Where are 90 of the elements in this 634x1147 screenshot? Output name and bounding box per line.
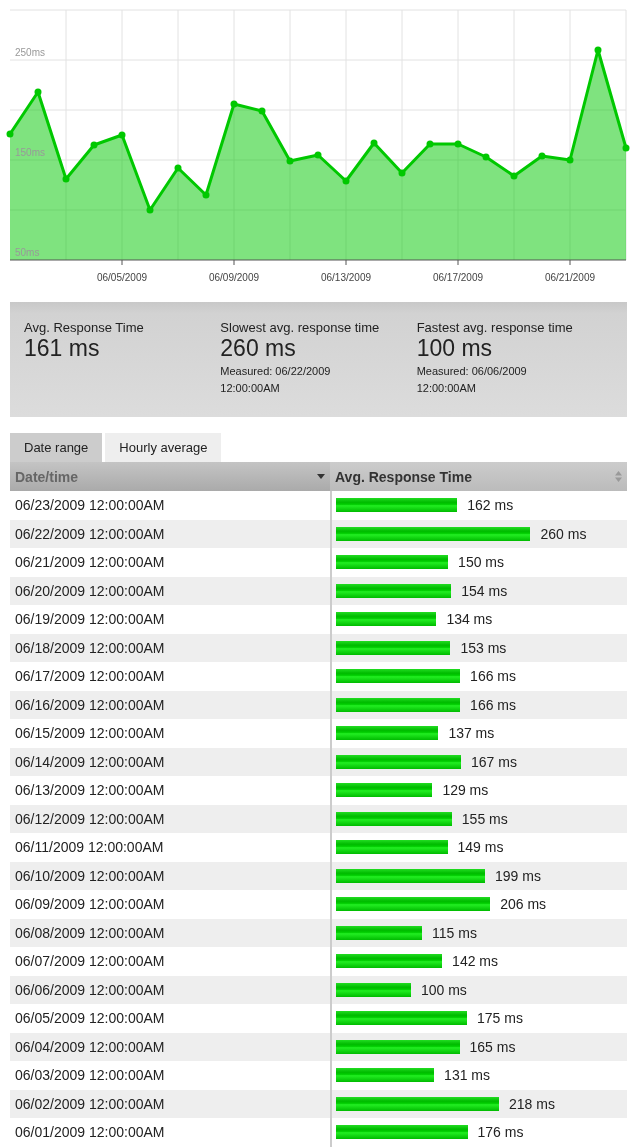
data-point <box>258 107 266 115</box>
data-point <box>174 164 182 172</box>
data-point <box>202 191 210 199</box>
table-cell-text: 06/14/2009 12:00:00AM <box>14 752 166 772</box>
table-cell-text: 06/18/2009 12:00:00AM <box>14 638 166 658</box>
response-time-value: 260 ms <box>540 525 587 542</box>
table-cell-text: 06/05/2009 12:00:00AM <box>14 1009 166 1029</box>
stat-value: 100 ms <box>416 335 493 361</box>
data-point <box>510 172 518 180</box>
data-point <box>566 156 574 164</box>
data-point <box>90 141 98 149</box>
data-point <box>6 130 14 138</box>
x-tick-label: 06/17/2009 <box>432 272 484 283</box>
table-cell-text: 06/01/2009 12:00:00AM <box>14 1123 166 1143</box>
table-cell-text: 06/03/2009 12:00:00AM <box>14 1066 166 1086</box>
response-time-value: 206 ms <box>500 896 547 913</box>
measured-date: Measured: 06/22/2009 <box>220 364 331 379</box>
data-point <box>314 151 322 159</box>
stat-label: Avg. Response Time <box>24 320 144 335</box>
table-cell-text: 06/11/2009 12:00:00AM <box>14 838 165 858</box>
table-cell-text: 06/08/2009 12:00:00AM <box>14 923 166 943</box>
response-time-value: 100 ms <box>420 981 467 998</box>
response-time-value: 176 ms <box>477 1124 524 1141</box>
data-point <box>370 139 378 147</box>
response-time-value: 153 ms <box>460 639 507 656</box>
table-cell-text: 06/22/2009 12:00:00AM <box>14 524 166 544</box>
data-point <box>342 177 350 185</box>
response-time-value: 134 ms <box>446 611 493 628</box>
measured-time: 12:00:00AM <box>416 381 476 396</box>
stat-label: Slowest avg. response time <box>220 320 380 335</box>
response-time-value: 166 ms <box>470 668 517 685</box>
table-cell-text: 06/23/2009 12:00:00AM <box>14 496 166 516</box>
data-point <box>146 206 154 214</box>
y-tick-label: 50ms <box>15 247 40 258</box>
y-tick-label: 150ms <box>15 147 45 158</box>
y-tick-label: 250ms <box>15 47 45 58</box>
table-cell-text: 06/06/2009 12:00:00AM <box>14 980 166 1000</box>
response-time-value: 149 ms <box>457 839 504 856</box>
stat-value: 260 ms <box>220 335 296 361</box>
response-time-value: 199 ms <box>495 867 541 884</box>
x-tick-label: 06/13/2009 <box>320 272 372 283</box>
response-time-value: 131 ms <box>444 1067 490 1084</box>
tab[interactable]: Hourly average <box>105 433 222 462</box>
data-point <box>594 46 602 54</box>
data-point <box>118 131 126 139</box>
response-time-value: 129 ms <box>442 782 489 799</box>
column-header[interactable]: Avg. Response Time <box>330 462 627 491</box>
data-point <box>622 144 630 152</box>
response-time-value: 162 ms <box>467 497 514 514</box>
stat-label: Fastest avg. response time <box>416 320 573 335</box>
table-cell-text: 06/04/2009 12:00:00AM <box>14 1037 166 1057</box>
response-time-value: 167 ms <box>470 753 517 770</box>
data-point <box>426 140 434 148</box>
table-cell-text: 06/13/2009 12:00:00AM <box>14 781 166 801</box>
table-cell-text: 06/17/2009 12:00:00AM <box>14 667 166 687</box>
tab[interactable]: Date range <box>10 433 103 462</box>
table-cell-text: 06/02/2009 12:00:00AM <box>14 1094 166 1114</box>
data-point <box>398 169 406 177</box>
data-point <box>286 157 294 165</box>
table-cell-text: 06/19/2009 12:00:00AM <box>14 610 166 630</box>
response-time-value: 165 ms <box>469 1038 516 1055</box>
response-time-value: 115 ms <box>432 924 477 941</box>
table-cell-text: 06/15/2009 12:00:00AM <box>14 724 166 744</box>
response-time-value: 155 ms <box>461 810 508 827</box>
response-time-value: 166 ms <box>470 696 517 713</box>
table-cell-text: 06/21/2009 12:00:00AM <box>14 553 166 573</box>
table-cell-text: 06/07/2009 12:00:00AM <box>14 952 166 972</box>
measured-date: Measured: 06/06/2009 <box>416 364 527 379</box>
data-point <box>454 140 462 148</box>
response-time-value: 218 ms <box>509 1095 555 1112</box>
response-time-value: 137 ms <box>448 725 495 742</box>
data-point <box>538 152 546 160</box>
x-tick-label: 06/21/2009 <box>544 272 596 283</box>
response-time-value: 154 ms <box>461 582 508 599</box>
table-cell-text: 06/20/2009 12:00:00AM <box>14 581 166 601</box>
table-cell-text: 06/09/2009 12:00:00AM <box>14 895 166 915</box>
x-tick-label: 06/05/2009 <box>96 272 148 283</box>
stat-value: 161 ms <box>24 335 100 361</box>
table-cell-text: 06/12/2009 12:00:00AM <box>14 809 166 829</box>
data-point <box>230 100 238 108</box>
data-point <box>62 175 70 183</box>
table-cell-text: 06/16/2009 12:00:00AM <box>14 695 166 715</box>
data-point <box>34 88 42 96</box>
response-time-value: 142 ms <box>452 953 498 970</box>
response-time-value: 150 ms <box>458 554 505 571</box>
table-cell-text: 06/10/2009 12:00:00AM <box>14 866 166 886</box>
response-time-value: 175 ms <box>477 1010 523 1027</box>
data-point <box>482 153 490 161</box>
measured-time: 12:00:00AM <box>220 381 280 396</box>
x-tick-label: 06/09/2009 <box>208 272 260 283</box>
